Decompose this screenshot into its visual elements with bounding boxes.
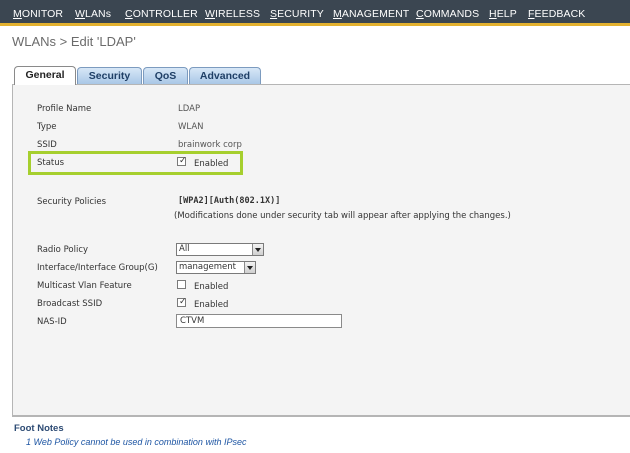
radio-policy-value: All: [179, 244, 190, 254]
ssid-label: SSID: [37, 140, 57, 150]
nas-id-label: NAS-ID: [37, 317, 67, 327]
ssid-value: brainwork corp: [178, 140, 242, 150]
status-enabled-text: Enabled: [194, 159, 229, 169]
nav-wireless[interactable]: WIRELESS: [205, 8, 260, 20]
radio-policy-select[interactable]: All: [176, 243, 264, 256]
profile-name-label: Profile Name: [37, 104, 92, 114]
tab-security[interactable]: Security: [77, 67, 142, 84]
nav-feedback[interactable]: FEEDBACK: [528, 8, 585, 20]
radio-policy-label: Radio Policy: [37, 245, 89, 255]
tab-advanced[interactable]: Advanced: [189, 67, 261, 84]
broadcast-ssid-checkbox[interactable]: ✓: [177, 297, 187, 307]
interface-label: Interface/Interface Group(G): [37, 263, 158, 273]
nav-security[interactable]: SECURITY: [270, 8, 324, 20]
multicast-vlan-checkbox[interactable]: [177, 280, 186, 289]
nav-commands[interactable]: COMMANDS: [416, 8, 479, 20]
nav-monitor[interactable]: MONITOR: [13, 8, 63, 20]
interface-value: management: [179, 262, 236, 272]
tab-general[interactable]: General: [14, 66, 76, 85]
type-value: WLAN: [178, 122, 204, 132]
interface-select[interactable]: management: [176, 261, 256, 274]
page-title: WLANs > Edit 'LDAP': [12, 34, 136, 49]
chevron-down-icon[interactable]: [244, 262, 255, 273]
multicast-vlan-enabled-text: Enabled: [194, 282, 229, 292]
profile-name-value: LDAP: [178, 104, 201, 114]
checkmark-icon: ✓: [179, 297, 187, 307]
general-tab-panel: [12, 84, 630, 416]
security-policies-value: [WPA2][Auth(802.1X)]: [178, 196, 281, 206]
security-policies-note: (Modifications done under security tab w…: [174, 211, 511, 221]
status-enabled-checkbox[interactable]: ✓: [177, 156, 187, 166]
broadcast-ssid-label: Broadcast SSID: [37, 299, 103, 309]
nav-help[interactable]: HELP: [489, 8, 517, 20]
chevron-down-icon[interactable]: [252, 244, 263, 255]
checkmark-icon: ✓: [179, 156, 187, 166]
footnote-line: 1 Web Policy cannot be used in combinati…: [26, 437, 247, 447]
top-nav-bar: MONITOR WLANs CONTROLLER WIRELESS SECURI…: [0, 0, 630, 26]
broadcast-ssid-enabled-text: Enabled: [194, 300, 229, 310]
multicast-vlan-label: Multicast Vlan Feature: [37, 281, 132, 291]
nav-wlans[interactable]: WLANs: [75, 8, 111, 20]
footnotes-title: Foot Notes: [14, 423, 64, 434]
tab-qos[interactable]: QoS: [143, 67, 188, 84]
footnotes-section: [12, 416, 630, 453]
type-label: Type: [37, 122, 57, 132]
nav-management[interactable]: MANAGEMENT: [333, 8, 409, 20]
nav-controller[interactable]: CONTROLLER: [125, 8, 198, 20]
nas-id-input[interactable]: CTVM: [176, 314, 342, 328]
status-label: Status: [37, 158, 65, 168]
security-policies-label: Security Policies: [37, 197, 107, 207]
